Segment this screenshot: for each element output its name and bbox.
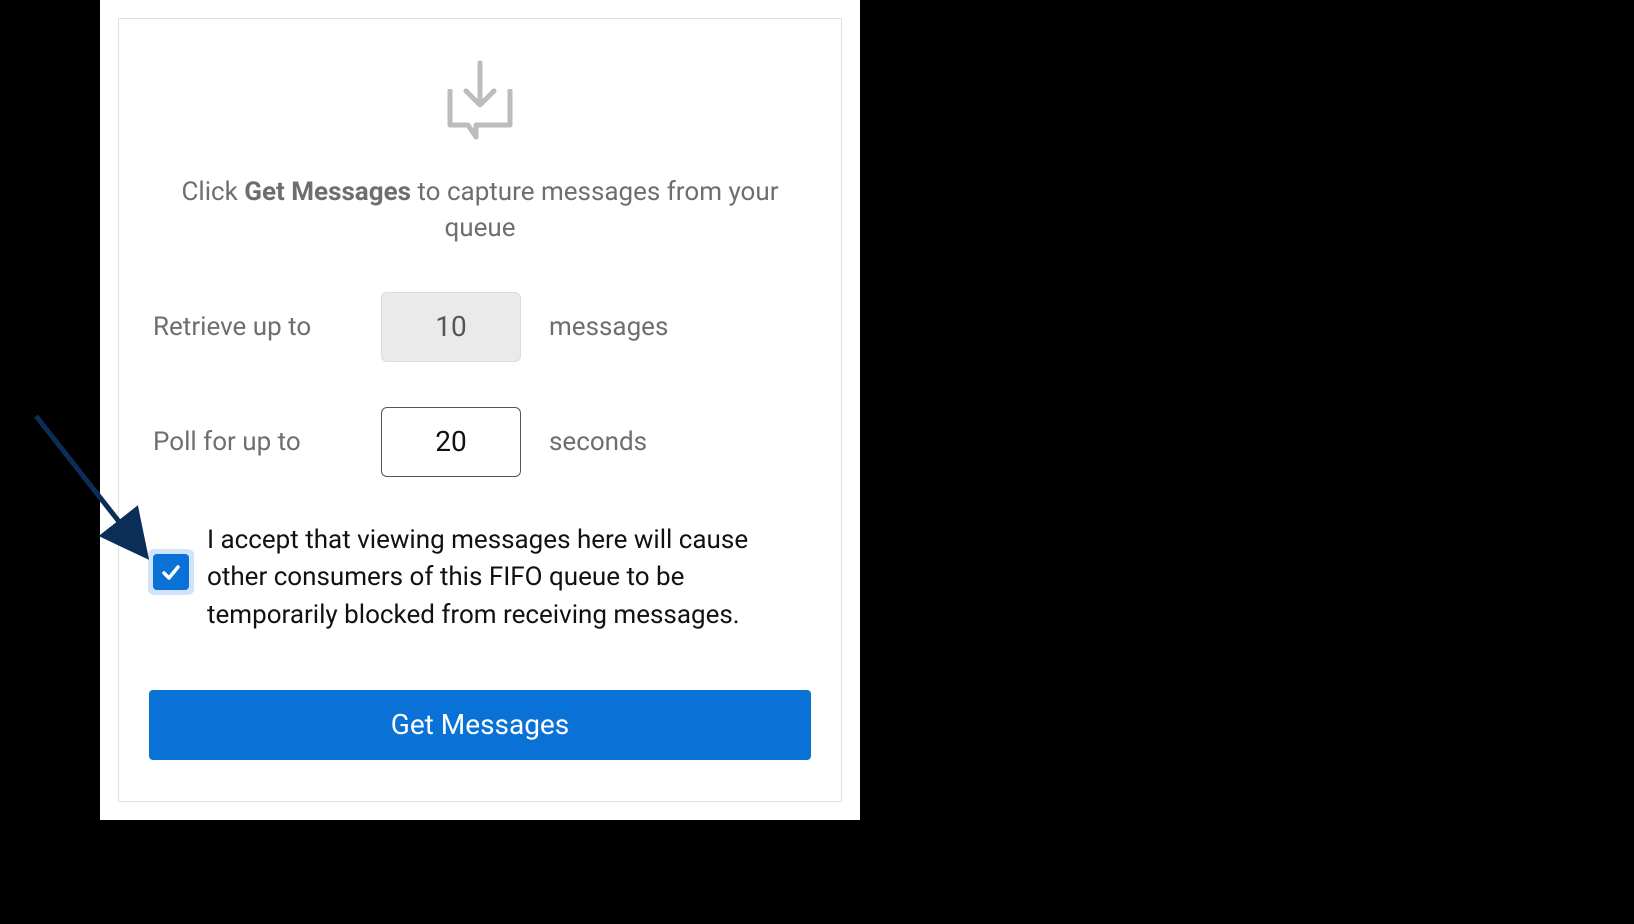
get-messages-button[interactable]: Get Messages <box>149 690 811 760</box>
retrieve-suffix: messages <box>549 312 668 342</box>
consent-checkbox[interactable] <box>153 554 189 590</box>
instruction-prefix: Click <box>181 177 244 207</box>
poll-row: Poll for up to seconds <box>149 407 811 477</box>
consent-text: I accept that viewing messages here will… <box>207 522 807 635</box>
consent-row: I accept that viewing messages here will… <box>149 522 811 635</box>
get-messages-panel: Click Get Messages to capture messages f… <box>100 0 860 820</box>
retrieve-row: Retrieve up to messages <box>149 292 811 362</box>
download-message-icon <box>149 59 811 149</box>
panel-border: Click Get Messages to capture messages f… <box>118 18 842 802</box>
instruction-bold: Get Messages <box>244 177 411 207</box>
retrieve-count-input <box>381 292 521 362</box>
poll-seconds-input[interactable] <box>381 407 521 477</box>
retrieve-label: Retrieve up to <box>153 312 353 342</box>
poll-label: Poll for up to <box>153 427 353 457</box>
poll-suffix: seconds <box>549 427 647 457</box>
checkmark-icon <box>159 560 183 584</box>
instruction-text: Click Get Messages to capture messages f… <box>149 174 811 247</box>
instruction-suffix: to capture messages from your queue <box>411 177 779 243</box>
